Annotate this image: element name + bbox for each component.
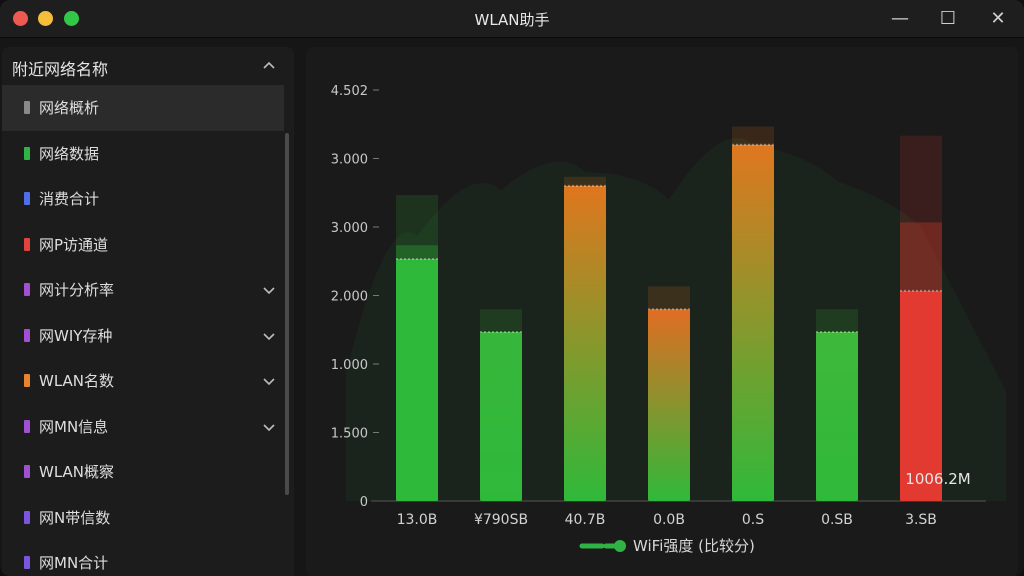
chevron-up-icon[interactable] <box>260 57 278 75</box>
sidebar-item[interactable]: 消费合计 <box>2 176 284 222</box>
bar <box>564 185 606 501</box>
sidebar-item[interactable]: 网络概析 <box>2 85 284 131</box>
y-tick-label: 3.000 <box>331 221 368 236</box>
legend-label: WiFi强度 (比较分) <box>633 537 755 555</box>
sidebar-item-label: 网络数据 <box>39 144 100 163</box>
x-tick-label: 3.SB <box>905 512 937 528</box>
y-tick-label: 0 <box>360 495 368 510</box>
sidebar-item-label: WLAN概察 <box>39 463 115 481</box>
bar <box>816 332 858 501</box>
window-title: WLAN助手 <box>474 11 550 29</box>
app-window: WLAN助手 — ☐ ✕ 附近网络名称 网络概析网络数据消费合计网P访通道网计分… <box>0 0 1024 576</box>
sidebar-item[interactable]: 网络数据 <box>2 131 284 177</box>
bar <box>732 144 774 502</box>
color-marker-icon <box>24 101 30 114</box>
sidebar-item-label: 网计分析率 <box>39 281 115 299</box>
color-marker-icon <box>24 510 30 524</box>
sidebar-item[interactable]: 网MN信息 <box>2 404 284 450</box>
sidebar-item-label: 网MN信息 <box>39 417 109 436</box>
color-marker-icon <box>24 556 30 569</box>
chevron-down-icon[interactable] <box>260 372 278 390</box>
sidebar-item[interactable]: 网P访通道 <box>2 222 284 268</box>
x-tick-label: 40.7B <box>565 512 606 528</box>
sidebar-item[interactable]: WLAN概察 <box>2 449 284 495</box>
minimize-icon[interactable]: — <box>886 6 914 32</box>
sidebar-item[interactable]: 网计分析率 <box>2 267 284 313</box>
color-marker-icon <box>24 146 30 160</box>
sidebar-item[interactable]: 网WIY存种 <box>2 313 284 359</box>
color-marker-icon <box>24 465 30 478</box>
y-tick-label: 1.500 <box>331 427 368 442</box>
x-tick-label: 0.0B <box>653 512 685 528</box>
sidebar-item-label: 消费合计 <box>39 190 100 208</box>
chart-panel: 0 1.500 1.000 2.000 3.000 3.000 4.502 13.0B ¥790… <box>306 47 1018 576</box>
sidebar-item-label: 网WIY存种 <box>39 326 113 345</box>
bar-chart: 0 1.500 1.000 2.000 3.000 3.000 4.502 13.0B ¥790… <box>331 84 1006 555</box>
sidebar-item[interactable]: 网N带信数 <box>2 495 284 541</box>
color-marker-icon <box>24 237 30 251</box>
bar <box>396 258 438 501</box>
sidebar-header[interactable]: 附近网络名称 <box>2 47 294 85</box>
chevron-down-icon[interactable] <box>260 281 278 299</box>
chevron-down-icon[interactable] <box>260 327 278 345</box>
bar <box>480 332 522 501</box>
sidebar: 附近网络名称 网络概析网络数据消费合计网P访通道网计分析率网WIY存种 WLAN名… <box>2 47 294 576</box>
color-marker-icon <box>24 374 30 387</box>
chevron-down-icon[interactable] <box>260 418 278 436</box>
sidebar-item-label: 网N带信数 <box>39 508 111 527</box>
sidebar-list: 网络概析网络数据消费合计网P访通道网计分析率网WIY存种 WLAN名数 网MN信息 W… <box>2 85 284 576</box>
sidebar-header-label: 附近网络名称 <box>12 60 109 79</box>
legend-marker-icon <box>614 540 626 552</box>
sidebar-item[interactable]: 网MN合计 <box>2 540 284 576</box>
color-marker-icon <box>24 328 30 342</box>
color-marker-icon <box>24 192 30 205</box>
close-icon[interactable]: ✕ <box>984 6 1012 32</box>
sidebar-item-label: 网P访通道 <box>39 235 109 254</box>
sidebar-item-label: 网络概析 <box>39 99 100 117</box>
sidebar-item-label: WLAN名数 <box>39 372 115 390</box>
color-marker-icon <box>24 283 30 296</box>
x-tick-label: 0.SB <box>821 512 853 528</box>
y-tick-label: 2.000 <box>331 290 368 305</box>
sidebar-item[interactable]: WLAN名数 <box>2 358 284 404</box>
color-marker-icon <box>24 419 30 433</box>
sidebar-item-label: 网MN合计 <box>39 554 109 572</box>
x-tick-label: 0.S <box>742 512 764 528</box>
title-bar: WLAN助手 — ☐ ✕ <box>0 0 1024 38</box>
y-tick-label: 4.502 <box>331 84 368 99</box>
bar <box>648 309 690 501</box>
sidebar-scrollbar[interactable] <box>285 133 289 495</box>
y-tick-label: 3.000 <box>331 153 368 168</box>
maximize-icon[interactable]: ☐ <box>934 6 962 32</box>
x-tick-label: 13.0B <box>397 512 438 528</box>
bar-annotation: 1006.2M <box>905 470 970 488</box>
y-tick-label: 1.000 <box>331 358 368 373</box>
x-tick-label: ¥790SB <box>474 512 528 528</box>
